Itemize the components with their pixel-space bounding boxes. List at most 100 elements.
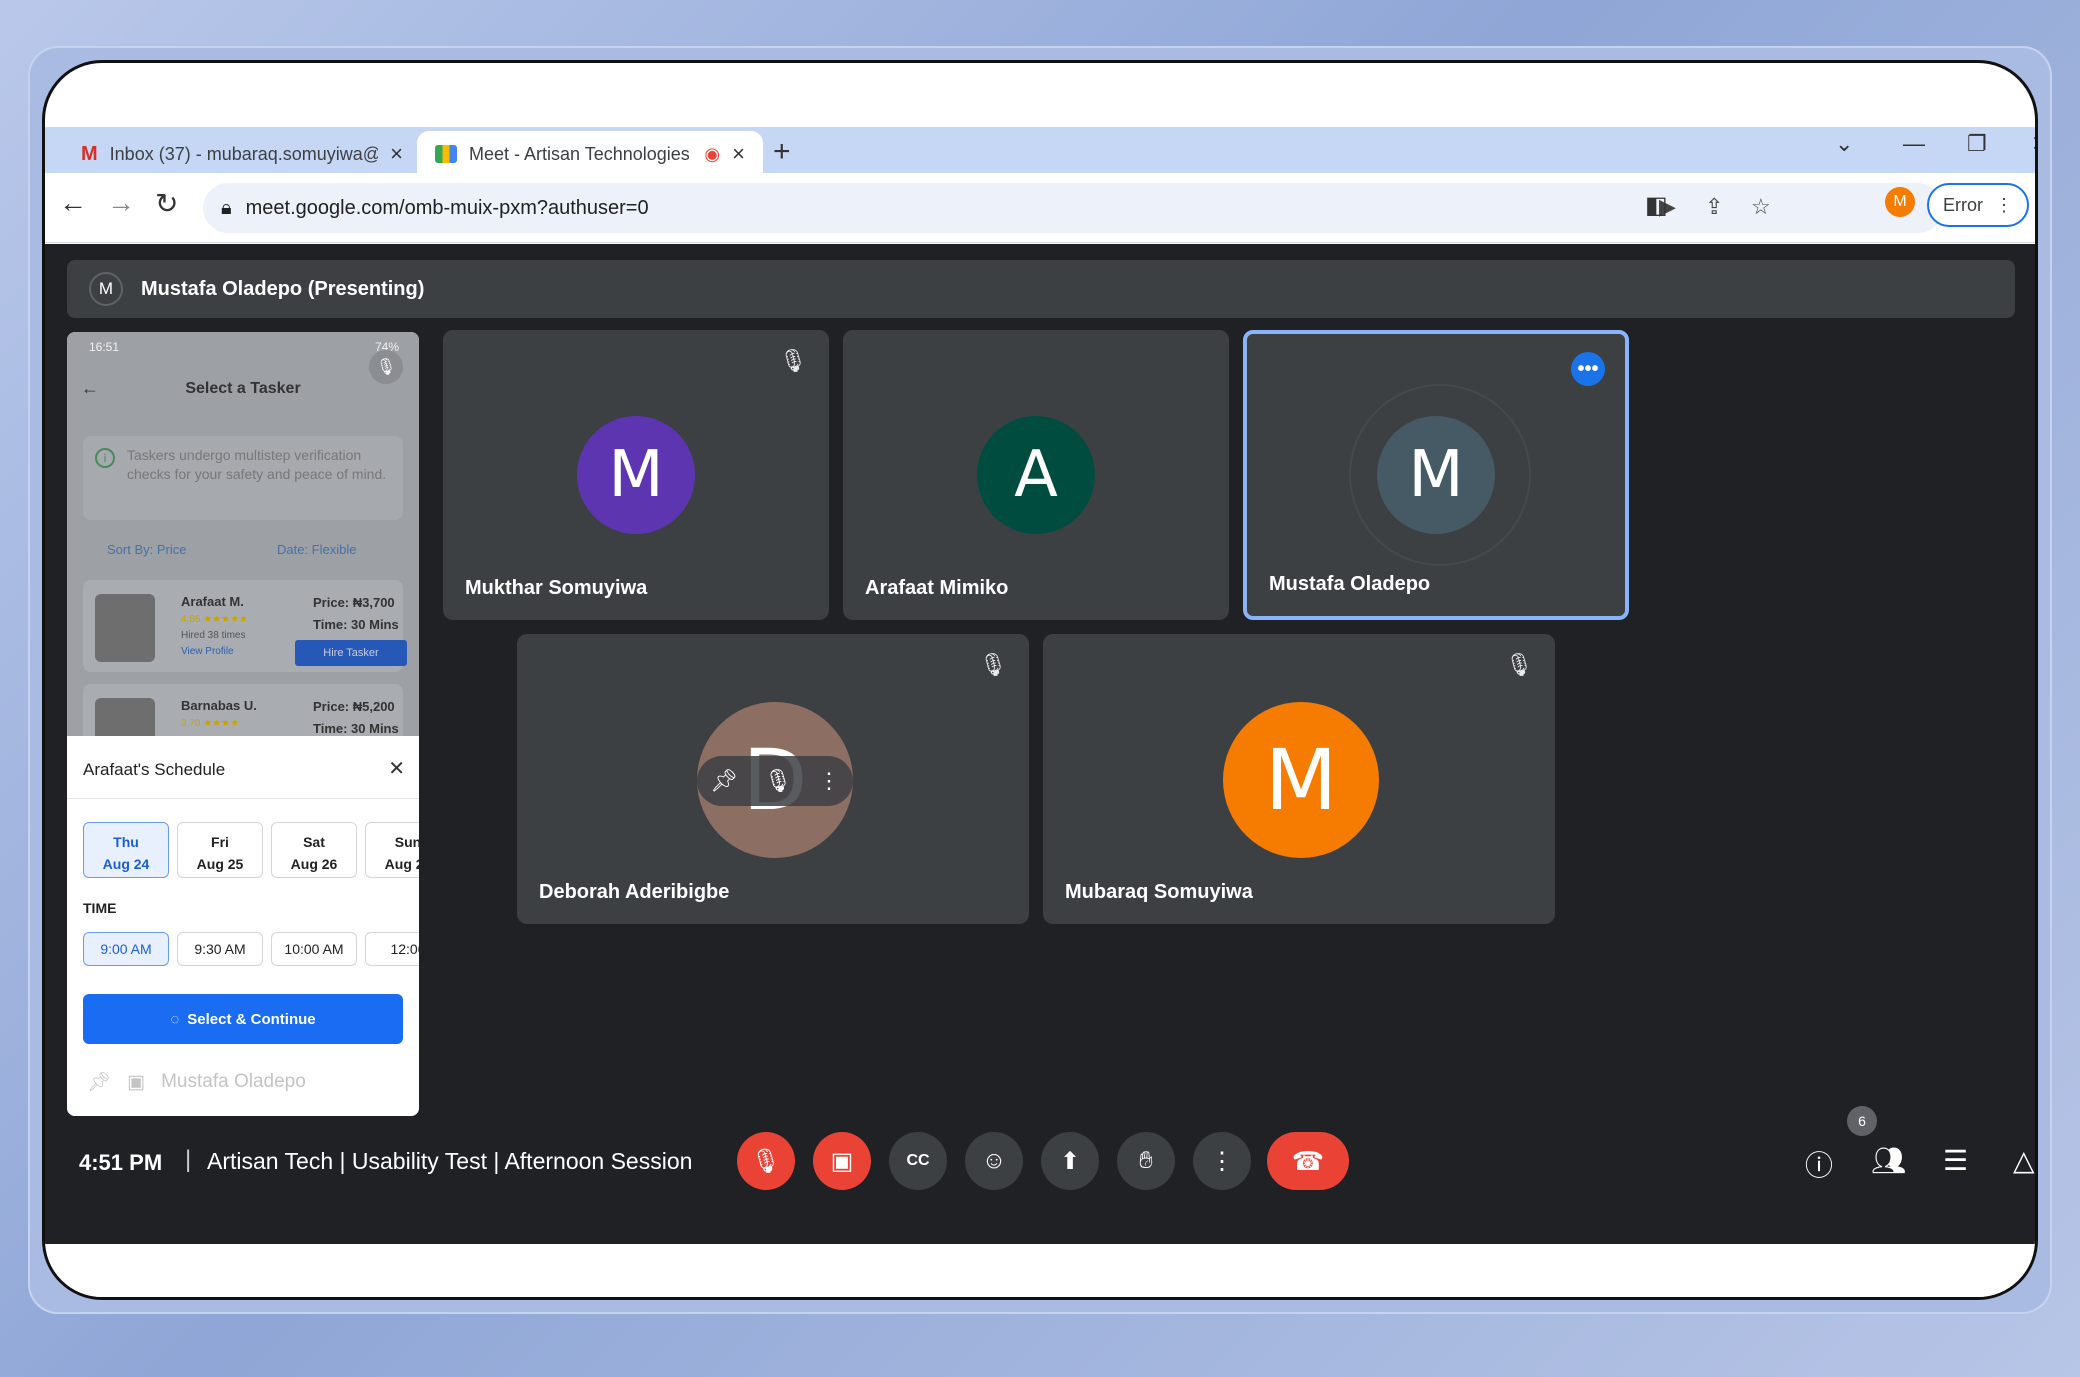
participant-avatar: M: [1223, 702, 1379, 858]
select-continue-button: ◌ Select & Continue: [83, 994, 403, 1044]
participant-tile[interactable]: 🎙︎ M Mubaraq Somuyiwa: [1043, 634, 1555, 924]
meet-stage: M Mustafa Oladepo (Presenting) 16:51 74%…: [45, 244, 2035, 1244]
error-button[interactable]: Error ⋮: [1927, 183, 2029, 227]
schedule-title: Arafaat's Schedule: [83, 760, 226, 779]
day-name: Sun: [394, 834, 419, 850]
verification-info: i Taskers undergo multistep verification…: [83, 436, 403, 520]
schedule-sheet: Arafaat's Schedule ✕ Thu Aug 24 Fri Aug …: [67, 736, 419, 1116]
participant-tile-speaking[interactable]: ••• M Mustafa Oladepo: [1243, 330, 1629, 620]
lock-icon: 🔒︎: [221, 196, 232, 219]
day-date: Aug 26: [290, 856, 338, 872]
presenter-avatar: M: [89, 272, 123, 306]
participant-avatar: M: [1377, 416, 1495, 534]
tab-inbox[interactable]: M Inbox (37) - mubaraq.somuyiwa@ ×: [63, 133, 421, 175]
time-slot: 10:00 AM: [271, 932, 357, 966]
hand-icon: ✋︎: [1139, 1147, 1153, 1174]
tile-overlay-controls: 📌︎ ▣ Mustafa Oladepo: [87, 1070, 306, 1094]
participant-name: Mubaraq Somuyiwa: [1065, 881, 1253, 903]
day-option: Sun Aug 27: [365, 822, 419, 878]
activities-icon[interactable]: △: [2013, 1144, 2035, 1177]
reload-icon[interactable]: ↻: [155, 187, 178, 220]
raise-hand-button[interactable]: ✋︎: [1117, 1132, 1175, 1190]
camera-off-icon: ▣: [830, 1147, 854, 1175]
tasker-name: Barnabas U.: [181, 698, 257, 713]
spinner-icon: ◌: [170, 1010, 180, 1028]
day-date: Aug 25: [196, 856, 244, 872]
restore-icon[interactable]: ❐: [1967, 131, 1987, 157]
tab-search-icon[interactable]: ⌄: [1835, 131, 1853, 157]
day-option: Thu Aug 24: [83, 822, 169, 878]
emoji-icon: ☺: [981, 1147, 1007, 1174]
address-bar[interactable]: 🔒︎ meet.google.com/omb-muix-pxm?authuser…: [203, 183, 1943, 233]
more-options-icon[interactable]: •••: [1571, 352, 1605, 386]
share-icon[interactable]: ⇪: [1705, 194, 1723, 220]
back-icon[interactable]: ←: [59, 187, 87, 219]
pin-icon[interactable]: 📌︎: [710, 768, 738, 794]
pin-icon[interactable]: 📌︎: [87, 1070, 111, 1094]
shared-screen-tile[interactable]: 16:51 74% ← Select a Tasker 🎙︎ i Taskers…: [67, 332, 419, 1116]
time-slot: 9:00 AM: [83, 932, 169, 966]
phone-status-bar: 16:51 74%: [89, 340, 399, 354]
tab-meet[interactable]: Meet - Artisan Technologies ◉ ×: [417, 131, 763, 177]
presenting-bar: M Mustafa Oladepo (Presenting): [67, 260, 2015, 318]
screen-header: Select a Tasker: [185, 380, 301, 397]
present-icon[interactable]: ▣: [127, 1071, 145, 1094]
participant-tile[interactable]: A Arafaat Mimiko: [843, 330, 1229, 620]
close-tab-icon[interactable]: ×: [390, 141, 403, 167]
participant-avatar: A: [977, 416, 1095, 534]
more-vert-icon[interactable]: ⋮: [818, 768, 840, 794]
side-panel-icon[interactable]: ◧: [1645, 191, 1668, 220]
more-options-button[interactable]: ⋮: [1193, 1132, 1251, 1190]
menu-icon: ⋮: [1995, 194, 2013, 215]
close-window-icon[interactable]: ✕: [2031, 131, 2035, 157]
forward-icon[interactable]: →: [107, 187, 135, 219]
mic-off-icon: 🎙︎: [750, 1147, 782, 1175]
mic-off-button[interactable]: 🎙︎: [737, 1132, 795, 1190]
tab-title: Inbox (37) - mubaraq.somuyiwa@: [109, 143, 379, 164]
day-name: Thu: [113, 834, 139, 850]
meeting-controls: 4:51 PM | Artisan Tech | Usability Test …: [45, 1106, 2035, 1204]
info-text: Taskers undergo multistep verification c…: [127, 447, 387, 482]
leave-call-button[interactable]: ☎︎: [1267, 1132, 1349, 1190]
tasker-price: Price: ₦5,200: [313, 699, 395, 714]
day-name: Sat: [303, 834, 325, 850]
date-filter: Date: Flexible: [277, 542, 357, 557]
mute-icon[interactable]: 🎙︎: [764, 768, 792, 794]
emoji-button[interactable]: ☺: [965, 1132, 1023, 1190]
tasker-card: Arafaat M. 4.86 ★★★★★ Hired 38 times Vie…: [83, 580, 407, 672]
tasker-price-block: Price: ₦3,700 Time: 30 Mins: [313, 592, 399, 636]
tasker-price-block: Price: ₦5,200 Time: 30 Mins: [313, 696, 399, 740]
time-label: TIME: [83, 900, 117, 916]
meeting-clock: 4:51 PM: [79, 1150, 163, 1175]
info-icon[interactable]: ⓘ: [1805, 1144, 1833, 1184]
participant-tile[interactable]: 🎙︎ D 📌︎ 🎙︎ ⋮ Deborah Aderibigbe: [517, 634, 1029, 924]
captions-button[interactable]: CC: [889, 1132, 947, 1190]
people-count-badge: 6: [1847, 1106, 1877, 1136]
tasker-photo: [95, 594, 155, 662]
presenter-name-ghost: Mustafa Oladepo: [161, 1071, 306, 1092]
present-button[interactable]: ⬆: [1041, 1132, 1099, 1190]
chat-icon[interactable]: ☰: [1943, 1144, 1968, 1177]
view-profile-link: View Profile: [181, 646, 234, 657]
tasker-hired: Hired 38 times: [181, 630, 246, 641]
people-icon[interactable]: 👥︎: [1871, 1144, 1907, 1177]
status-time: 16:51: [89, 340, 120, 354]
time-slot: 9:30 AM: [177, 932, 263, 966]
participant-name: Mukthar Somuyiwa: [465, 577, 648, 599]
app-screen-dimmed: 16:51 74% ← Select a Tasker 🎙︎ i Taskers…: [67, 332, 419, 766]
minimize-icon[interactable]: —: [1903, 131, 1925, 157]
profile-avatar[interactable]: M: [1885, 187, 1915, 217]
close-tab-icon[interactable]: ×: [732, 141, 745, 167]
tasker-price: Price: ₦3,700: [313, 595, 395, 610]
participant-tile[interactable]: 🎙︎ M Mukthar Somuyiwa: [443, 330, 829, 620]
new-tab-icon[interactable]: +: [773, 135, 791, 169]
camera-off-button[interactable]: ▣: [813, 1132, 871, 1190]
recording-icon: ◉: [704, 143, 721, 164]
participant-avatar: M: [577, 416, 695, 534]
continue-label: Select & Continue: [187, 1010, 316, 1028]
tasker-rating: 4.86 ★★★★★: [181, 614, 249, 625]
error-label: Error: [1943, 194, 1983, 215]
tasker-time: Time: 30 Mins: [313, 617, 399, 632]
browser-toolbar: ← → ↻ 🔒︎ meet.google.com/omb-muix-pxm?au…: [45, 173, 2035, 243]
star-icon[interactable]: ☆: [1751, 194, 1771, 220]
